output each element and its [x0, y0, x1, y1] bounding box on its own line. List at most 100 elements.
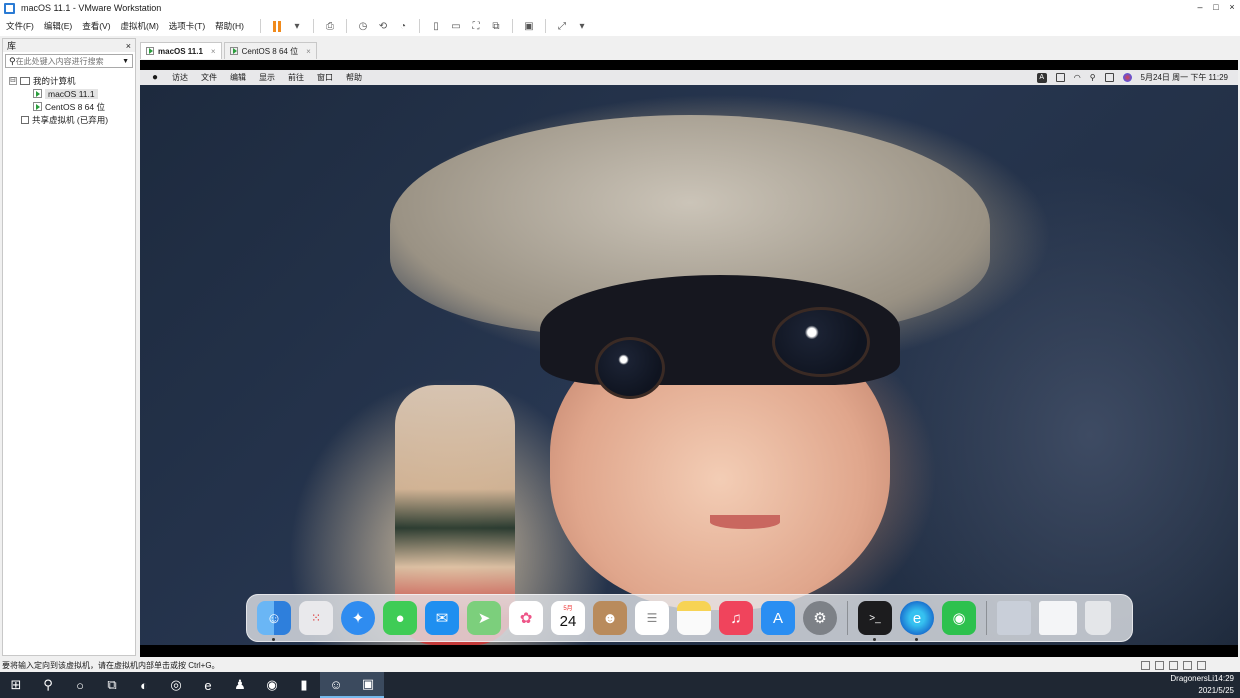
console-view-icon[interactable]: ▣ — [522, 19, 536, 33]
library-panel: 库 × ⚲ ▼ ⊟ 我的计算机 macOS 11.1 CentOS 8 64 位 — [2, 38, 136, 656]
mac-menu-go[interactable]: 前往 — [288, 72, 304, 83]
tray-user: DragonersLi — [1170, 674, 1214, 683]
tree-node-label: CentOS 8 64 位 — [45, 101, 106, 112]
mac-menu-finder[interactable]: 访达 — [172, 72, 188, 83]
menu-edit[interactable]: 编辑(E) — [44, 20, 72, 32]
spotlight-search-icon[interactable]: ⚲ — [1090, 73, 1096, 82]
vm-screen[interactable]: ● 访达 文件 编辑 显示 前往 窗口 帮助 A ◠ ⚲ 5月24日 周一 下午… — [140, 60, 1238, 657]
file-explorer-icon[interactable]: ▮ — [288, 672, 320, 698]
library-close-button[interactable]: × — [126, 41, 131, 51]
send-ctrl-alt-del-icon[interactable]: ⎙ — [323, 19, 337, 33]
mac-clock[interactable]: 5月24日 周一 下午 11:29 — [1141, 72, 1228, 83]
menu-help[interactable]: 帮助(H) — [215, 20, 244, 32]
revert-snapshot-icon[interactable]: ⟲ — [376, 19, 390, 33]
mac-menu-file[interactable]: 文件 — [201, 72, 217, 83]
menu-tabs[interactable]: 选项卡(T) — [169, 20, 205, 32]
vm-running-icon — [146, 47, 154, 55]
window-thumbnail[interactable] — [1039, 601, 1077, 635]
mac-menu-help[interactable]: 帮助 — [346, 72, 362, 83]
app-icon[interactable]: ◐ — [128, 672, 160, 698]
menu-file[interactable]: 文件(F) — [6, 20, 34, 32]
task-view-icon[interactable]: ⧉ — [96, 672, 128, 698]
power-dropdown-icon[interactable]: ▾ — [290, 19, 304, 33]
tree-node-centos[interactable]: CentOS 8 64 位 — [3, 100, 135, 113]
cortana-icon[interactable]: ○ — [64, 672, 96, 698]
trash-icon[interactable] — [1085, 601, 1111, 635]
finder-icon[interactable]: ☺ — [257, 601, 291, 641]
collapse-icon[interactable]: ⊟ — [9, 76, 17, 85]
library-header: 库 × — [3, 39, 135, 52]
tree-node-my-computer[interactable]: ⊟ 我的计算机 — [3, 74, 135, 87]
system-tray-clock[interactable]: DragonersLi14:29 2021/5/25 — [1170, 673, 1234, 697]
hard-disk-icon[interactable] — [1141, 661, 1150, 670]
vmware-icon[interactable]: ▣ — [352, 672, 384, 698]
dock-separator — [986, 601, 987, 635]
tab-close-icon[interactable]: × — [306, 47, 311, 56]
maps-icon[interactable]: ➤ — [467, 601, 501, 635]
avatar-app-icon[interactable]: ☺ — [320, 672, 352, 698]
menu-vm[interactable]: 虚拟机(M) — [121, 20, 159, 32]
screenshot-thumbnail[interactable] — [997, 601, 1031, 635]
minimize-button[interactable]: – — [1192, 0, 1208, 16]
edge-icon[interactable]: e — [900, 601, 934, 641]
tab-macos[interactable]: macOS 11.1 × — [140, 42, 222, 59]
contacts-icon[interactable]: ☻ — [593, 601, 627, 635]
tab-centos[interactable]: CentOS 8 64 位 × — [223, 42, 317, 59]
show-library-icon[interactable]: ▯ — [429, 19, 443, 33]
tree-node-macos[interactable]: macOS 11.1 — [3, 87, 135, 100]
close-button[interactable]: × — [1224, 0, 1240, 16]
mac-menu-view[interactable]: 显示 — [259, 72, 275, 83]
usb-icon[interactable] — [1183, 661, 1192, 670]
safari-icon[interactable]: ✦ — [341, 601, 375, 635]
siri-icon[interactable] — [1122, 73, 1132, 82]
music-icon[interactable]: ♫ — [719, 601, 753, 635]
reminders-icon[interactable]: ☰ — [635, 601, 669, 635]
screen-mirroring-icon[interactable] — [1055, 73, 1065, 82]
chevron-down-icon[interactable]: ▼ — [122, 58, 129, 65]
terminal-icon[interactable]: >_ — [858, 601, 892, 641]
search-icon[interactable]: ⚲ — [32, 672, 64, 698]
unity-icon[interactable]: ⧉ — [489, 19, 503, 33]
tab-close-icon[interactable]: × — [211, 47, 216, 56]
mac-menu-window[interactable]: 窗口 — [317, 72, 333, 83]
control-center-icon[interactable] — [1104, 73, 1114, 82]
cd-dvd-icon[interactable] — [1155, 661, 1164, 670]
pause-button[interactable] — [270, 19, 284, 33]
stretch-dropdown-icon[interactable]: ▾ — [575, 19, 589, 33]
system-preferences-icon[interactable]: ⚙ — [803, 601, 837, 635]
stretch-icon[interactable]: ⤢ — [555, 19, 569, 33]
snapshot-icon[interactable]: ◷ — [356, 19, 370, 33]
launchpad-icon[interactable]: ⁙ — [299, 601, 333, 635]
tab-label: macOS 11.1 — [158, 46, 203, 56]
vmware-window: macOS 11.1 - VMware Workstation – □ × 文件… — [0, 0, 1240, 698]
fullscreen-icon[interactable]: ⛶ — [469, 19, 483, 33]
start-icon[interactable]: ⊞ — [0, 672, 32, 698]
photos-icon[interactable]: ✿ — [509, 601, 543, 635]
notes-icon[interactable] — [677, 601, 711, 635]
calendar-icon[interactable]: 5月 24 — [551, 601, 585, 635]
thumbnail-bar-icon[interactable]: ▭ — [449, 19, 463, 33]
chrome-icon[interactable]: ◎ — [160, 672, 192, 698]
wechat-icon[interactable]: ◉ — [942, 601, 976, 635]
maximize-button[interactable]: □ — [1208, 0, 1224, 16]
messages-icon[interactable]: ● — [383, 601, 417, 635]
status-message: 要将输入定向到该虚拟机，请在虚拟机内部单击或按 Ctrl+G。 — [2, 661, 220, 670]
wifi-icon[interactable]: ◠ — [1074, 73, 1081, 82]
wechat-icon[interactable]: ◉ — [256, 672, 288, 698]
snapshot-manager-icon[interactable]: ◔ — [396, 19, 410, 33]
apple-icon[interactable]: ● — [152, 72, 158, 83]
message-log-icon[interactable] — [1197, 661, 1206, 670]
mail-icon[interactable]: ✉ — [425, 601, 459, 635]
toolbar-separator — [259, 19, 261, 33]
input-method-icon[interactable]: A — [1036, 72, 1047, 83]
library-search-input[interactable] — [15, 56, 123, 66]
calendar-day: 24 — [559, 613, 577, 630]
network-icon[interactable] — [1169, 661, 1178, 670]
tray-date: 2021/5/25 — [1198, 686, 1234, 695]
appstore-icon[interactable]: A — [761, 601, 795, 635]
qq-icon[interactable]: ♟ — [224, 672, 256, 698]
edge-icon[interactable]: e — [192, 672, 224, 698]
mac-menu-edit[interactable]: 编辑 — [230, 72, 246, 83]
menu-view[interactable]: 查看(V) — [82, 20, 110, 32]
tree-node-shared[interactable]: 共享虚拟机 (已弃用) — [3, 113, 135, 126]
